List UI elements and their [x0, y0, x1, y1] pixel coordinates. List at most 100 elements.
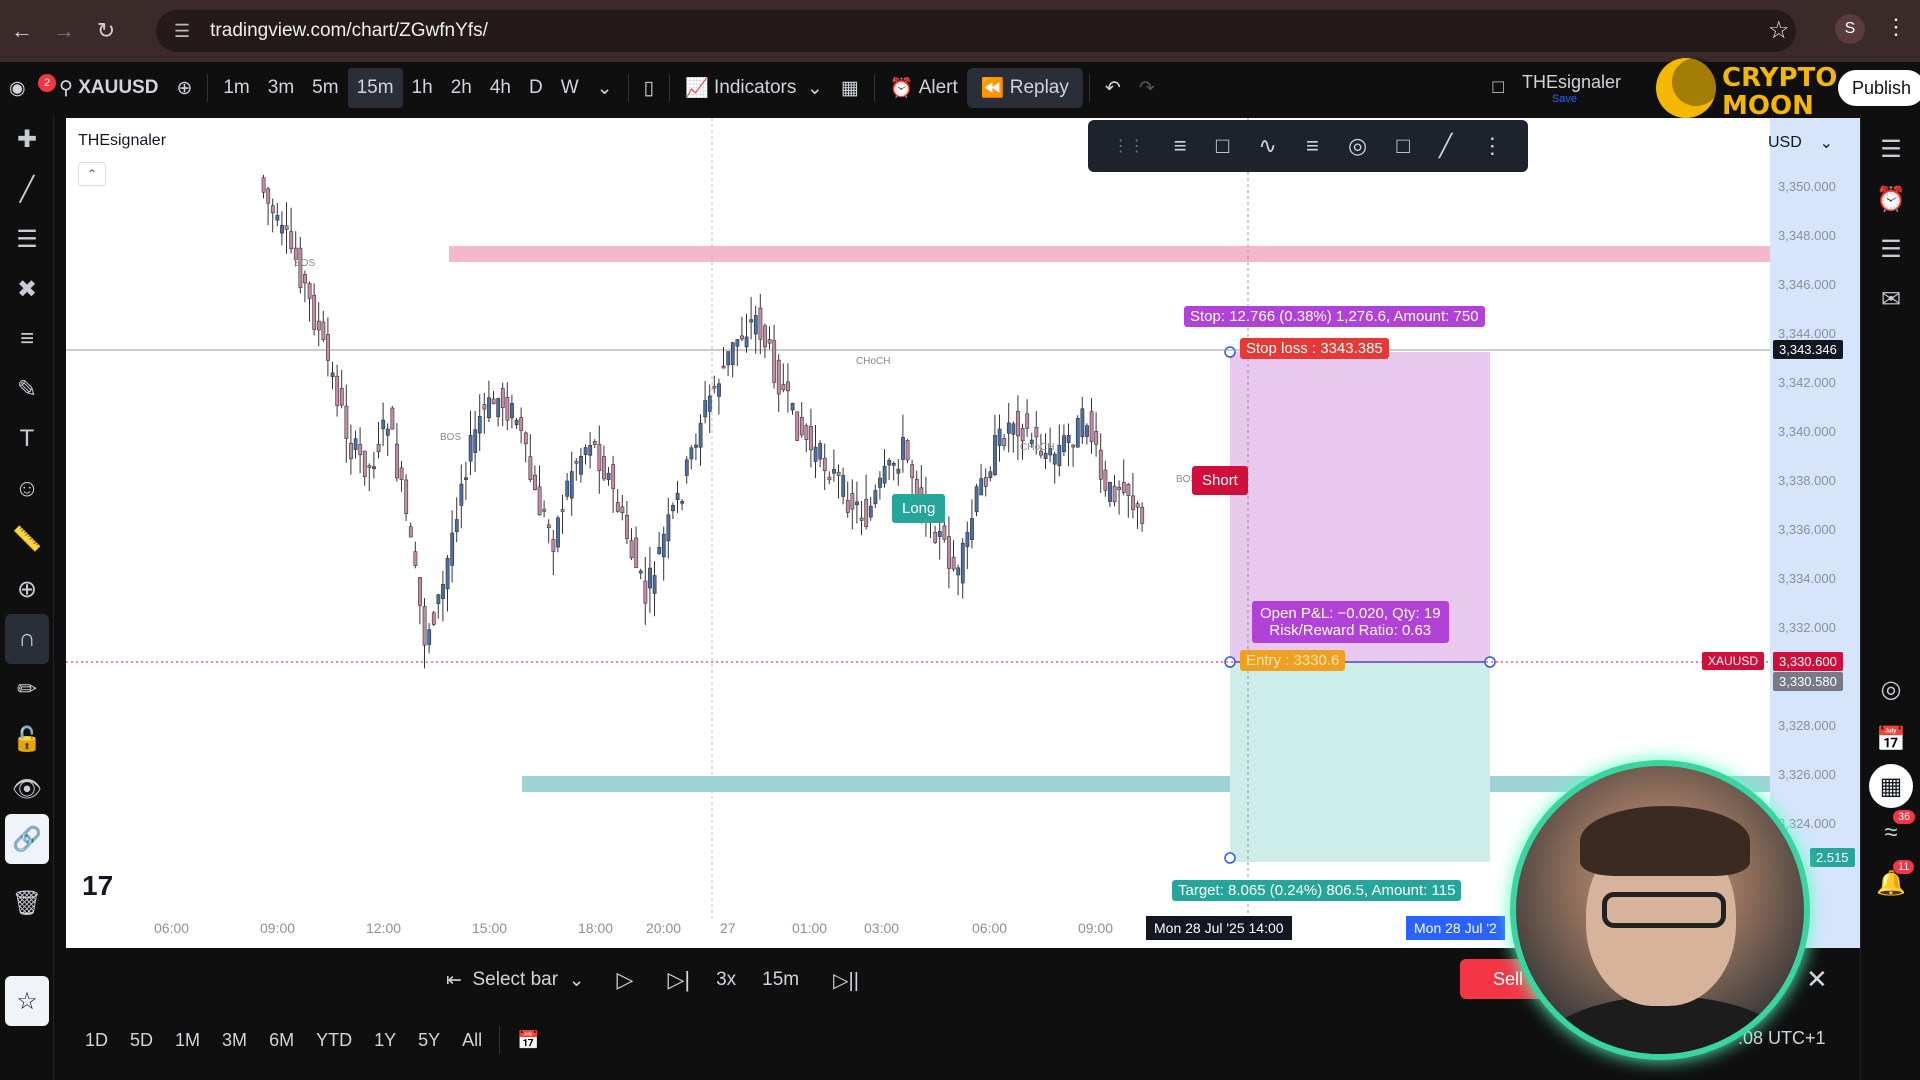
layout-square-icon[interactable]: □: [1483, 68, 1512, 108]
user-menu-icon[interactable]: ◉ 2: [0, 68, 56, 108]
replay-interval-select[interactable]: 15m: [750, 969, 811, 991]
currency-select[interactable]: USD ⌄: [1768, 128, 1848, 158]
lock-icon[interactable]: 🔓: [0, 714, 54, 764]
interval-1m[interactable]: 1m: [214, 68, 258, 108]
interval-w[interactable]: W: [552, 68, 588, 108]
chat-icon[interactable]: ✉: [1861, 274, 1920, 324]
stay-drawing-icon[interactable]: ✏: [0, 664, 54, 714]
select-bar-button[interactable]: ⇤ Select bar ⌄: [436, 969, 595, 992]
interval-5m[interactable]: 5m: [303, 68, 347, 108]
comment-icon[interactable]: □: [1396, 133, 1409, 159]
fib-retracement-icon[interactable]: ☰: [0, 214, 54, 264]
step-forward-icon[interactable]: ▷|: [655, 967, 702, 993]
layout-grid-icon[interactable]: ▦: [832, 68, 868, 108]
interval-1h[interactable]: 1h: [403, 68, 442, 108]
range-5y[interactable]: 5Y: [407, 1030, 451, 1051]
speed-select[interactable]: 3x: [702, 969, 750, 991]
long-signal-label: Long: [892, 494, 946, 523]
favorites-star-icon[interactable]: ☆: [5, 976, 49, 1026]
range-5d[interactable]: 5D: [119, 1030, 164, 1051]
candle-body: [551, 539, 556, 552]
range-6m[interactable]: 6M: [258, 1030, 305, 1051]
forward-icon[interactable]: →: [44, 11, 84, 51]
browser-menu-icon[interactable]: ⋮: [1885, 14, 1907, 40]
undo-icon[interactable]: ↶: [1096, 68, 1130, 108]
bookmark-star-icon[interactable]: ☆: [1768, 16, 1790, 45]
watchlist-icon[interactable]: ☰: [1861, 124, 1920, 174]
more-icon[interactable]: ⋮: [1481, 133, 1503, 159]
crosshair-icon[interactable]: ✚: [0, 114, 54, 164]
calendar-icon[interactable]: 📅: [1861, 714, 1920, 764]
pattern-icon[interactable]: ✖: [0, 264, 54, 314]
range-1y[interactable]: 1Y: [363, 1030, 407, 1051]
candle-body: [680, 500, 685, 504]
play-icon[interactable]: ▷: [595, 967, 656, 993]
signal-icon[interactable]: ≈36: [1861, 808, 1920, 858]
eye-icon[interactable]: 👁: [0, 764, 54, 814]
notifications-bell-icon[interactable]: 🔔 11: [1861, 858, 1920, 908]
alert-button[interactable]: ⏰ Alert: [881, 68, 967, 108]
site-settings-icon[interactable]: ☰: [174, 21, 190, 42]
collapse-legend-button[interactable]: ⌃: [78, 162, 106, 186]
tradingview-logo[interactable]: 17: [82, 870, 113, 902]
settings-sliders-icon[interactable]: ≡: [1174, 133, 1187, 159]
replay-button[interactable]: ⏪ Replay: [966, 68, 1083, 108]
address-bar[interactable]: ☰ tradingview.com/chart/ZGwfnYfs/: [156, 10, 1796, 52]
candle-body: [689, 447, 694, 460]
entry-label[interactable]: Entry : 3330.6: [1240, 650, 1346, 671]
range-all[interactable]: All: [451, 1030, 493, 1051]
interval-4h[interactable]: 4h: [481, 68, 520, 108]
redo-icon[interactable]: ↷: [1130, 68, 1164, 108]
apps-grid-icon[interactable]: ▦: [1869, 764, 1913, 808]
reload-icon[interactable]: ↻: [86, 11, 126, 51]
range-3m[interactable]: 3M: [211, 1030, 258, 1051]
date-range-calendar-icon[interactable]: 📅: [506, 1030, 550, 1051]
lines-icon[interactable]: ≡: [1306, 133, 1319, 159]
trash-icon[interactable]: 🗑: [0, 878, 54, 928]
link-icon[interactable]: 🔗: [5, 814, 49, 864]
symbol-search[interactable]: ⚲ XAUUSD: [50, 68, 167, 108]
trend-line-icon[interactable]: ╱: [0, 164, 54, 214]
rectangle-icon[interactable]: □: [1216, 133, 1229, 159]
candle-body: [464, 477, 468, 480]
back-icon[interactable]: ←: [2, 11, 42, 51]
text-icon[interactable]: T: [0, 414, 54, 464]
brush-icon[interactable]: ✎: [0, 364, 54, 414]
compare-add-icon[interactable]: ⊕: [167, 68, 201, 108]
range-1d[interactable]: 1D: [74, 1030, 119, 1051]
drag-handle-icon[interactable]: ⋮⋮: [1113, 136, 1145, 156]
target-icon[interactable]: ◎: [1861, 664, 1920, 714]
range-ytd[interactable]: YTD: [305, 1030, 363, 1051]
forecast-icon[interactable]: ≡: [0, 314, 54, 364]
emoji-icon[interactable]: ☺: [0, 464, 54, 514]
candle-body: [556, 517, 560, 548]
candle-body: [344, 405, 349, 439]
time-tick-label: 12:00: [366, 920, 401, 936]
indicators-button[interactable]: 📈 Indicators ⌄: [676, 68, 832, 108]
circle-target-icon[interactable]: ◎: [1348, 133, 1367, 159]
close-icon[interactable]: ✕: [1806, 964, 1828, 995]
alerts-clock-icon[interactable]: ⏰: [1861, 174, 1920, 224]
ruler-icon[interactable]: 📏: [0, 514, 54, 564]
time-tick-label: 06:00: [972, 920, 1007, 936]
zoom-icon[interactable]: ⊕: [0, 564, 54, 614]
interval-dropdown-icon[interactable]: ⌄: [588, 68, 622, 108]
profile-avatar[interactable]: S: [1835, 14, 1865, 44]
line-tool-icon[interactable]: ╱: [1439, 133, 1452, 159]
account-menu[interactable]: THEsignaler Save: [1513, 68, 1630, 108]
pnl-line: Open P&L: −0.020, Qty: 19: [1260, 605, 1441, 622]
magnet-icon[interactable]: ∩: [5, 614, 49, 664]
path-icon[interactable]: ∿: [1258, 133, 1276, 159]
range-1m[interactable]: 1M: [164, 1030, 211, 1051]
structure-label: BOS: [294, 258, 315, 269]
interval-3m[interactable]: 3m: [259, 68, 303, 108]
interval-d[interactable]: D: [520, 68, 552, 108]
candle-body: [385, 428, 390, 436]
interval-15m[interactable]: 15m: [347, 68, 403, 108]
chart-type-icon[interactable]: ▯: [635, 68, 663, 108]
interval-2h[interactable]: 2h: [442, 68, 481, 108]
layers-icon[interactable]: ☰: [1861, 224, 1920, 274]
stop-loss-label[interactable]: Stop loss : 3343.385: [1240, 338, 1389, 359]
jump-to-realtime-icon[interactable]: ▷||: [811, 968, 881, 993]
candle-body: [312, 294, 317, 330]
